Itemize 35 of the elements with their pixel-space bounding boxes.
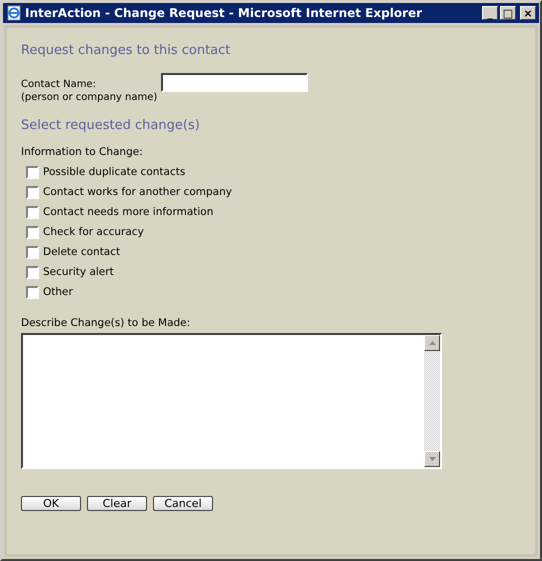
checkbox-label: Contact works for another company [43, 184, 232, 200]
checkbox[interactable] [26, 166, 39, 180]
window-title: InterAction - Change Request - Microsoft Internet Explorer [25, 5, 424, 22]
browser-icon [6, 5, 22, 21]
scroll-down-button[interactable] [424, 450, 440, 466]
checkbox[interactable] [26, 246, 39, 260]
cancel-button[interactable]: Cancel [153, 496, 213, 510]
checkbox-label: Possible duplicate contacts [43, 164, 186, 180]
checkbox-label: Other [43, 284, 73, 300]
minimize-button[interactable]: _ [482, 6, 498, 20]
checkbox-label: Delete contact [43, 244, 120, 260]
checkbox[interactable] [26, 266, 39, 280]
clear-button[interactable]: Clear [87, 496, 147, 510]
field-label: Describe Change(s) to be Made: [21, 316, 192, 331]
maximize-button[interactable]: □ [500, 6, 516, 20]
scroll-up-button[interactable] [424, 334, 440, 350]
section-heading: Select requested change(s) [21, 116, 201, 134]
close-button[interactable]: × [520, 6, 536, 20]
field-hint: (person or company name) [21, 90, 158, 104]
field-label: Contact Name: [21, 78, 97, 90]
field-label: Information to Change: [21, 145, 144, 160]
form-heading: Request changes to this contact [21, 42, 232, 60]
checkbox[interactable] [26, 226, 39, 240]
ok-button[interactable]: OK [21, 496, 81, 510]
checkbox-label: Security alert [43, 264, 114, 280]
scrollbar[interactable] [424, 334, 440, 466]
checkbox[interactable] [26, 206, 39, 220]
checkbox[interactable] [26, 286, 39, 300]
checkbox-label: Contact needs more information [43, 204, 214, 220]
checkbox-label: Check for accuracy [43, 224, 144, 240]
up-arrow-icon [428, 340, 436, 344]
contact-name-field[interactable] [161, 72, 308, 92]
checkbox[interactable] [26, 186, 39, 200]
description-field[interactable] [21, 332, 442, 468]
down-arrow-icon [428, 456, 436, 460]
